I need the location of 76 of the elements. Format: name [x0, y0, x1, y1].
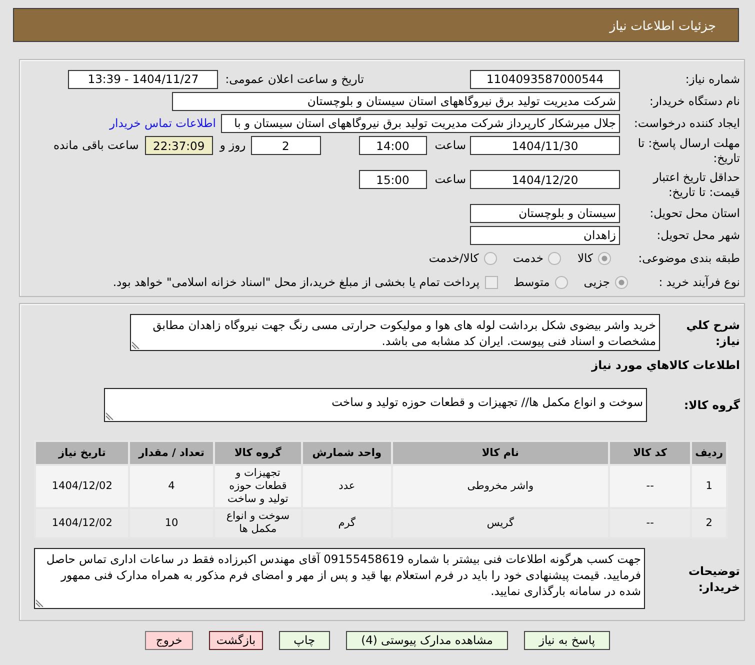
- form-button[interactable]: پاسخ به نیاز: [524, 631, 610, 650]
- table-cell: 1404/12/02: [35, 508, 130, 538]
- radio-button[interactable]: [615, 276, 628, 288]
- need-number-label: شماره نیاز:: [684, 72, 740, 86]
- resize-grip-icon[interactable]: [106, 412, 114, 420]
- delivery-city-field[interactable]: زاهدان: [470, 226, 620, 244]
- column-header: ردیف: [691, 441, 727, 465]
- buyer-notes-label: توضیحات خریدار:: [688, 562, 740, 594]
- page-title: جزئیات اطلاعات نیاز: [610, 18, 716, 32]
- table-cell: عدد: [302, 465, 392, 508]
- column-header: تعداد / مقدار: [129, 441, 214, 465]
- radio-button[interactable]: [484, 252, 497, 264]
- resize-grip-icon[interactable]: [132, 341, 140, 349]
- form-button[interactable]: بازگشت: [209, 631, 263, 650]
- requester-field[interactable]: جلال میرشکار کارپرداز شرکت مدیریت تولید برق نیروگاههای استان سیستان و با: [221, 114, 620, 132]
- delivery-city-label: شهر محل تحویل:: [656, 228, 740, 242]
- time-label: ساعت: [434, 171, 466, 188]
- response-deadline-label: مهلت ارسال پاسخ: تا تاریخ:: [636, 136, 740, 166]
- radio-label: جزیی: [584, 275, 610, 289]
- radio-button[interactable]: [554, 276, 568, 288]
- deadline-date-field[interactable]: 1404/11/30: [470, 136, 620, 155]
- form-button[interactable]: خروج: [144, 631, 194, 650]
- price-validity-label: حداقل تاریخ اعتبار قیمت: تا تاریخ:: [652, 170, 740, 200]
- days-label: روز و: [220, 137, 246, 154]
- buyer-notes-textarea[interactable]: جهت کسب هرگونه اطلاعات فنی بیشتر با شماره 09155458619 آقای مهندس اکبرزاده فقط در ساعات اداری تماس حاصل فرمایید. قیمت پیشنهادی خود را باید در فرم استعلام بها قید و پس از مهر و امضای فرم مذکور به همراه مدارک فنی ممهور شده در سامانه بارگذاری نمایید.: [34, 548, 645, 609]
- column-header: گروه کالا: [214, 441, 302, 465]
- deadline-time-field[interactable]: 14:00: [358, 136, 427, 155]
- column-header: تاریخ نیاز: [35, 441, 130, 465]
- table-cell: 4: [129, 465, 214, 508]
- table-cell: 2: [691, 508, 727, 538]
- radio-button[interactable]: [598, 252, 611, 264]
- time-left-label: ساعت باقی مانده: [54, 137, 139, 154]
- buyer-contact-link[interactable]: اطلاعات تماس خریدار: [109, 116, 216, 130]
- radio-label: متوسط: [514, 275, 550, 289]
- treasury-payment-label: پرداخت تمام یا بخشی از مبلغ خرید،از محل "اسناد خزانه اسلامی" خواهد بود.: [112, 275, 480, 289]
- resize-grip-icon[interactable]: [36, 599, 44, 607]
- table-cell: گرم: [302, 508, 392, 538]
- table-cell: 10: [129, 508, 214, 538]
- radio-label: خدمت: [512, 251, 544, 265]
- form-button[interactable]: چاپ: [278, 631, 330, 650]
- goods-group-label: گروه کالا:: [683, 397, 740, 413]
- delivery-province-field[interactable]: سیستان و بلوچستان: [470, 204, 620, 222]
- announce-date-label: تاریخ و ساعت اعلان عمومی:: [225, 72, 364, 86]
- table-cell: واشر مخروطی: [392, 465, 610, 508]
- table-cell: 1: [691, 465, 727, 508]
- column-header: نام کالا: [392, 441, 610, 465]
- form-button[interactable]: مشاهده مدارک پیوستی (4): [346, 631, 508, 650]
- goods-info-heading: اطلاعات کالاهاي مورد نياز: [590, 357, 740, 374]
- days-left-field[interactable]: 2: [250, 136, 321, 155]
- category-label: طبقه بندی موضوعی:: [637, 250, 740, 266]
- table-cell: --: [609, 465, 692, 508]
- table-cell: گریس: [392, 508, 610, 538]
- radio-label: کالا/خدمت: [428, 251, 479, 265]
- table-cell: --: [609, 508, 692, 538]
- table-cell: 1404/12/02: [35, 465, 130, 508]
- table-cell: سوخت و انواع مکمل ها: [214, 508, 302, 538]
- column-header: واحد شمارش: [302, 441, 392, 465]
- radio-button[interactable]: [548, 252, 562, 264]
- checkbox[interactable]: [484, 276, 498, 288]
- column-header: کد کالا: [609, 441, 692, 465]
- summary-label: شرح کلي نياز:: [685, 316, 740, 348]
- time-label: ساعت: [434, 137, 466, 154]
- summary-textarea[interactable]: خرید واشر بیضوی شکل برداشت لوله های هوا و مولیکوت حرارتی مسی رنگ جهت نیروگاه زاهدان مطابق مشخصات و اسناد فنی پیوست. ایران کد مشابه می باشد.: [130, 314, 660, 351]
- announce-date-field[interactable]: 1404/11/27 - 13:39: [68, 70, 218, 88]
- delivery-province-label: استان محل تحویل:: [648, 206, 740, 220]
- validity-date-field[interactable]: 1404/12/20: [470, 170, 620, 189]
- table-cell: تجهیزات و قطعات حوزه تولید و ساخت: [214, 465, 302, 508]
- requester-label: ایجاد کننده درخواست:: [633, 116, 740, 130]
- goods-group-textarea[interactable]: سوخت و انواع مکمل ها// تجهیزات و قطعات حوزه تولید و ساخت: [104, 388, 647, 422]
- buyer-org-label: نام دستگاه خریدار:: [648, 94, 740, 108]
- time-left-field[interactable]: 22:37:09: [144, 136, 213, 155]
- purchase-type-label: نوع فرآیند خرید :: [658, 274, 740, 290]
- need-number-field[interactable]: 1104093587000544: [470, 70, 620, 88]
- buyer-org-field[interactable]: شرکت مدیریت تولید برق نیروگاههای استان سیستان و بلوچستان: [172, 92, 620, 110]
- validity-time-field[interactable]: 15:00: [358, 170, 427, 189]
- radio-label: کالا: [577, 251, 593, 265]
